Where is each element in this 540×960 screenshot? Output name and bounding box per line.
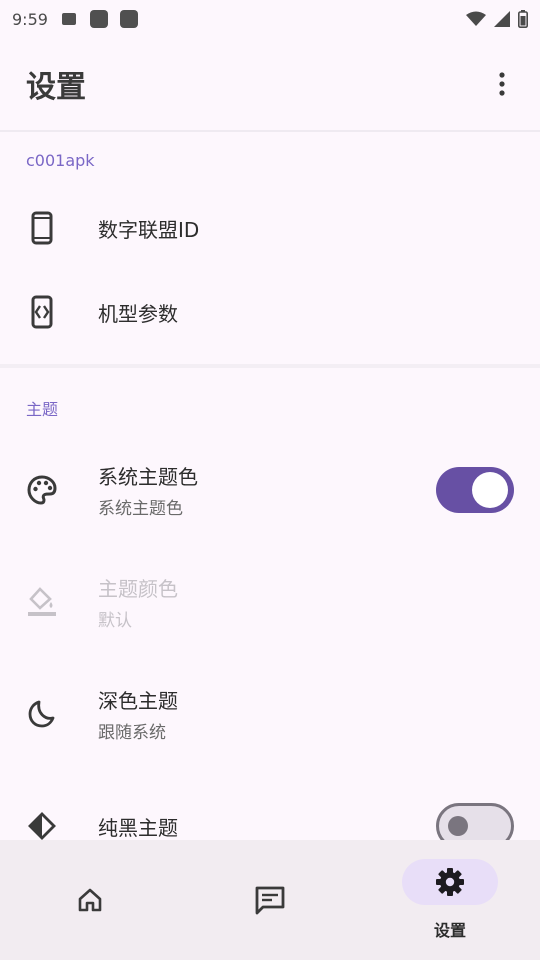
app-notification-icon	[119, 10, 138, 28]
notification-icon	[61, 13, 76, 25]
cellular-signal-icon	[494, 11, 510, 27]
smartphone-icon	[26, 211, 58, 245]
setting-item-text: 主题颜色 默认	[98, 573, 178, 631]
status-bar: 9:59	[0, 0, 540, 38]
setting-item-theme-color[interactable]: 主题颜色 默认	[0, 546, 540, 658]
settings-gear-icon	[435, 867, 465, 897]
switch-thumb	[448, 816, 468, 836]
top-app-bar: 设置	[0, 38, 540, 132]
pure-black-theme-switch[interactable]	[436, 803, 514, 840]
home-icon	[76, 886, 104, 914]
message-icon	[254, 885, 286, 915]
settings-screen: 9:59 设置 c001apk 数字联盟ID 机型参数 主题 系统主题色 系统主…	[0, 0, 540, 960]
status-indicators	[466, 10, 528, 28]
status-time: 9:59	[12, 9, 48, 29]
contrast-icon	[26, 810, 58, 840]
setting-item-title: 机型参数	[98, 301, 178, 326]
setting-item-subtitle: 系统主题色	[98, 499, 183, 519]
settings-list[interactable]: c001apk 数字联盟ID 机型参数 主题 系统主题色 系统主题色 主题颜色 …	[0, 134, 540, 840]
section-divider	[0, 364, 540, 368]
setting-item-dark-theme[interactable]: 深色主题 跟随系统	[0, 658, 540, 770]
nav-pill-active	[402, 859, 498, 905]
setting-item-pure-black-theme[interactable]: 纯黑主题	[0, 770, 540, 840]
nav-pill	[222, 877, 318, 923]
more-vertical-icon	[499, 72, 505, 96]
nav-item-settings[interactable]: 设置	[360, 840, 540, 960]
nav-pill	[42, 877, 138, 923]
nav-item-messages[interactable]	[180, 840, 360, 960]
setting-item-text: 数字联盟ID	[98, 214, 199, 243]
setting-item-text: 纯黑主题	[98, 812, 178, 841]
setting-item-title: 数字联盟ID	[98, 217, 200, 242]
setting-item-device-parameters[interactable]: 机型参数	[0, 270, 540, 354]
setting-item-title: 系统主题色	[98, 465, 198, 489]
palette-icon	[26, 474, 58, 506]
more-options-button[interactable]	[490, 64, 514, 104]
system-theme-color-switch[interactable]	[436, 467, 514, 513]
page-title: 设置	[26, 70, 86, 105]
section-header-theme: 主题	[26, 400, 59, 419]
setting-item-title: 纯黑主题	[98, 815, 178, 840]
dark-mode-icon	[26, 698, 58, 730]
section-header-c001apk: c001apk	[26, 150, 95, 170]
setting-item-subtitle: 默认	[98, 611, 132, 631]
setting-item-text: 机型参数	[98, 298, 178, 327]
app-notification-icon	[89, 10, 108, 28]
setting-item-text: 系统主题色 系统主题色	[98, 461, 198, 519]
bottom-navigation-bar: 设置	[0, 840, 540, 960]
nav-item-home[interactable]	[0, 840, 180, 960]
format-color-fill-icon	[26, 586, 58, 618]
setting-item-text: 深色主题 跟随系统	[98, 685, 178, 743]
device-parameters-icon	[26, 295, 58, 329]
setting-item-title: 主题颜色	[98, 577, 178, 601]
switch-thumb	[472, 472, 508, 508]
setting-item-subtitle: 跟随系统	[98, 723, 166, 743]
setting-item-digital-alliance-id[interactable]: 数字联盟ID	[0, 186, 540, 270]
wifi-icon	[466, 11, 486, 27]
setting-item-system-theme-color[interactable]: 系统主题色 系统主题色	[0, 434, 540, 546]
nav-label-settings: 设置	[433, 921, 466, 940]
setting-item-title: 深色主题	[98, 689, 178, 713]
battery-icon	[518, 10, 528, 28]
